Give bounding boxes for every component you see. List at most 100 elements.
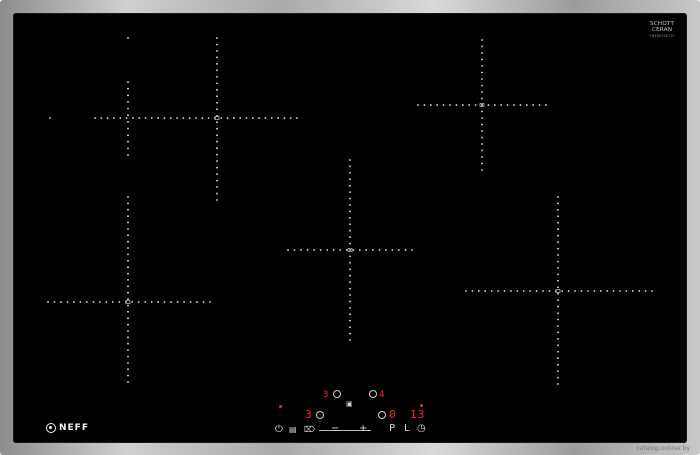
zone-marking-dot [216,108,218,111]
zone-marking-dot [349,300,351,303]
zone-marking-dot [423,104,426,106]
zone-marking-dot [127,120,129,123]
zone-marking-dot [481,78,483,80]
zone-marking-dot [612,290,615,292]
zone-marking-dot [557,376,559,379]
zone-select-ring-bottom-right[interactable] [378,411,386,419]
zone-marking-dot [557,254,559,256]
zone-marking-dot [532,104,535,106]
zone-marking-dot [183,301,186,303]
zone-marking-dot [216,147,218,150]
zone-marking-dot [216,101,218,104]
zone-marking-dot [202,301,205,303]
zone-marking-dot [239,117,242,119]
zone-marking-dot [216,82,218,85]
zone-marking-dot [503,290,506,292]
zone-marking-dot [557,357,559,360]
clock-timer-button[interactable]: ◷ [417,424,426,434]
key-icon[interactable]: ⌦ [304,425,315,435]
zone-marking-dot [127,127,129,130]
zone-marking-dot [481,156,483,158]
zone-marking-dot [283,117,286,119]
zone-marking-dot [169,117,172,119]
p-boost-button[interactable]: P [389,424,395,434]
zone-marking-dot [163,117,166,119]
zone-select-ring-top-right[interactable] [369,390,377,398]
zone-marking-dot [538,104,541,106]
zone-marking-dot [125,117,128,119]
zone-marking-dot [497,290,499,292]
zone-marking-dot [493,104,496,106]
zone-marking-dot [391,249,394,251]
zone-marking-dot [127,107,129,110]
zone-marking-dot [349,217,351,219]
zone-marking-dot [127,381,129,383]
zone-marking-dot [287,249,289,251]
plus-button[interactable]: + [359,424,367,434]
zone-marking-dot [561,290,564,292]
zone-marking-dot [150,301,153,303]
zone-marking-dot [127,266,129,269]
zone-marking-dot [127,221,129,224]
zone-marking-dot [378,249,381,251]
power-button[interactable]: ⏻ [275,425,283,435]
zone-marking-dot [349,294,351,296]
zone-marking-dot [417,104,419,106]
zone-marking-dot [349,255,351,258]
zone-marking-dot [216,179,218,182]
bridge-zone-icon[interactable]: ▣ [346,399,353,409]
zone-marking-dot [132,117,134,119]
zone-marking-dot [349,274,351,277]
zone-marking-dot [195,117,197,119]
watermark-text: catalog.onliner.by [636,445,690,452]
zone-marking-dot [481,39,483,41]
zone-marking-dot [216,69,218,72]
zone-marking-dot [216,63,218,65]
zone-marking-dot [127,247,129,249]
zone-marking-dot [216,199,218,201]
zone-select-ring-bottom-left[interactable] [316,411,324,419]
zone-marking-dot [127,196,129,198]
zone-marking-dot [216,95,218,98]
zone-marking-dot [455,104,458,106]
zone-marking-dot [245,117,248,119]
zone-marking-dot [86,301,88,303]
zone-marking-dot [127,349,129,351]
zone-marking-dot [557,267,559,269]
zone-marking-dot [506,104,509,106]
zone-marking-dot [196,301,198,303]
zone-marking-dot [557,234,559,237]
zone-marking-dot [216,50,218,52]
zone-marking-dot [176,117,179,119]
zone-marking-dot [481,104,483,106]
zone-marking-dot [220,117,223,119]
zone-marking-dot [349,307,351,309]
zone-marking-dot [251,117,254,119]
zone-marking-dot [481,97,483,100]
zone-marking-dot [216,37,218,39]
zone-marking-dot [545,104,547,106]
zone-marking-dot [92,301,95,303]
zone-marking-dot [349,184,351,187]
zone-marking-dot [481,58,483,61]
zone-marking-dot [525,104,528,106]
zone-marking-dot [66,301,69,303]
zone-marking-dot [216,127,218,130]
zone-marking-dot [557,221,559,224]
zone-marking-dot [481,65,483,67]
zone-marking-dot [436,104,439,106]
zone-marking-dot [542,290,544,292]
zone-marking-dot [127,330,129,332]
l-button[interactable]: L [404,424,410,434]
zone-marking-dot [557,247,559,250]
zone-select-ring-top-left[interactable] [333,390,341,398]
zone-marking-dot [127,215,129,218]
zone-marking-dot [201,117,204,119]
zone-marking-dot [49,117,51,119]
zone-marking-dot [557,228,559,231]
zone-marking-dot [345,249,348,251]
minus-button[interactable]: − [331,424,339,434]
child-lock-icon[interactable]: ▤ [289,425,297,435]
zone-marking-dot [481,84,483,87]
zone-marking-dot [557,338,559,340]
